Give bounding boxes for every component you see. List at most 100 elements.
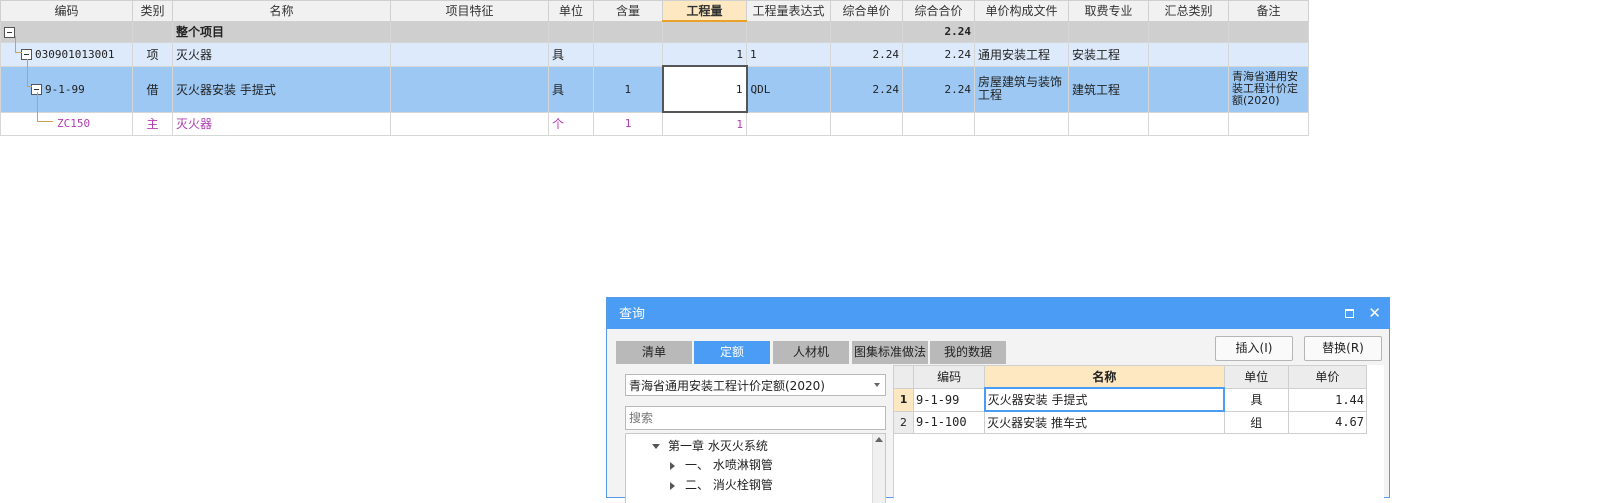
col-header-sum[interactable]: 汇总类别 (1148, 0, 1229, 22)
query-dialog: 查询 ✕ 清单 定额 人材机 图集标准做法 我的数据 插入(I) 替换(R) 青… (606, 297, 1390, 503)
tree-item-chapter1[interactable]: 第一章 水灭火系统 (652, 437, 768, 454)
col-header-unit[interactable]: 单位 (548, 0, 594, 22)
zc-file[interactable] (974, 111, 1069, 136)
row-whole-project[interactable]: 整个项目 2.24 (0, 20, 1309, 43)
results-col-unit[interactable]: 单位 (1223, 365, 1289, 389)
qd-unit-price[interactable]: 2.24 (830, 42, 903, 67)
tab-tuji[interactable]: 图集标准做法 (852, 341, 928, 364)
de-type[interactable]: 借 (132, 65, 173, 113)
qd-expr[interactable]: 1 (746, 42, 831, 67)
de-unit[interactable]: 具 (548, 65, 594, 113)
tree-scrollbar[interactable] (872, 434, 885, 503)
col-header-unit-price[interactable]: 综合单价 (830, 0, 903, 22)
col-header-expr[interactable]: 工程量表达式 (746, 0, 831, 22)
qd-qty[interactable]: 1 (662, 42, 747, 67)
results-col-price[interactable]: 单价 (1287, 365, 1368, 389)
col-header-name[interactable]: 名称 (172, 0, 391, 22)
replace-button[interactable]: 替换(R) (1304, 336, 1382, 361)
tab-dinge[interactable]: 定额 (694, 341, 770, 364)
de-note[interactable]: 青海省通用安装工程计价定额(2020) (1228, 65, 1309, 113)
col-header-note[interactable]: 备注 (1228, 0, 1309, 22)
collapsed-arrow-icon[interactable] (670, 481, 675, 490)
zc-code[interactable]: ZC150 (0, 111, 133, 136)
de-sum[interactable] (1148, 65, 1229, 113)
tree-connector (37, 92, 38, 121)
scroll-up-icon[interactable] (875, 437, 883, 442)
de-file[interactable]: 房屋建筑与装饰工程 (974, 65, 1069, 113)
zc-note[interactable] (1228, 111, 1309, 136)
tree-connector (15, 52, 22, 53)
col-header-feature[interactable]: 项目特征 (390, 0, 549, 22)
zc-unit-price[interactable] (830, 111, 903, 136)
zc-content[interactable]: 1 (593, 111, 663, 136)
qd-type[interactable]: 项 (132, 42, 173, 67)
col-header-content[interactable]: 含量 (593, 0, 663, 22)
result-name[interactable]: 灭火器安装 手提式 (983, 387, 1226, 412)
result-unit[interactable]: 组 (1223, 410, 1289, 434)
result-unit[interactable]: 具 (1223, 387, 1289, 412)
qd-feature[interactable] (390, 42, 549, 67)
de-content[interactable]: 1 (593, 65, 663, 113)
de-fee[interactable]: 建筑工程 (1068, 65, 1149, 113)
zc-total[interactable] (902, 111, 975, 136)
chevron-down-icon[interactable] (874, 383, 880, 387)
tab-my-data[interactable]: 我的数据 (930, 341, 1006, 364)
expand-arrow-icon[interactable] (652, 444, 660, 449)
search-input[interactable] (625, 406, 886, 430)
de-code: 9-1-99 (45, 82, 85, 96)
zc-name[interactable]: 灭火器 (172, 111, 391, 136)
table-row[interactable]: 2 9-1-100 灭火器安装 推车式 组 4.67 (892, 410, 1368, 434)
de-name[interactable]: 灭火器安装 手提式 (172, 65, 391, 113)
zc-fee[interactable] (1068, 111, 1149, 136)
qd-total[interactable]: 2.24 (902, 42, 975, 67)
col-header-total[interactable]: 综合合价 (902, 0, 975, 22)
collapsed-arrow-icon[interactable] (670, 461, 675, 470)
close-icon[interactable]: ✕ (1368, 298, 1381, 329)
col-header-fee[interactable]: 取费专业 (1068, 0, 1149, 22)
col-header-file[interactable]: 单价构成文件 (974, 0, 1069, 22)
results-col-name[interactable]: 名称 (984, 365, 1225, 389)
de-unit-price[interactable]: 2.24 (830, 65, 903, 113)
zc-unit[interactable]: 个 (548, 111, 594, 136)
result-price[interactable]: 1.44 (1287, 387, 1368, 412)
result-name[interactable]: 灭火器安装 推车式 (984, 410, 1225, 434)
row-qd-item[interactable]: 030901013001 项 灭火器 具 1 1 2.24 2.24 通用安装工… (0, 42, 1309, 67)
qd-file[interactable]: 通用安装工程 (974, 42, 1069, 67)
zc-qty[interactable]: 1 (662, 111, 747, 136)
library-select[interactable]: 青海省通用安装工程计价定额(2020) (625, 374, 886, 396)
maximize-icon[interactable] (1345, 309, 1354, 318)
qd-content[interactable] (593, 42, 663, 67)
result-price[interactable]: 4.67 (1287, 410, 1368, 434)
de-feature[interactable] (390, 65, 549, 113)
tab-qingdan[interactable]: 清单 (616, 341, 692, 364)
col-header-qty[interactable]: 工程量 (662, 0, 747, 22)
results-col-code[interactable]: 编码 (913, 365, 986, 389)
col-header-type[interactable]: 类别 (132, 0, 173, 22)
tab-rencaiji[interactable]: 人材机 (773, 341, 849, 364)
de-expr[interactable]: QDL (746, 65, 831, 113)
qd-sum[interactable] (1148, 42, 1229, 67)
de-total[interactable]: 2.24 (902, 65, 975, 113)
tree-item-sprinkler[interactable]: 一、 水喷淋钢管 (670, 456, 773, 473)
qd-name[interactable]: 灭火器 (172, 42, 391, 67)
insert-button[interactable]: 插入(I) (1215, 336, 1293, 361)
zc-feature[interactable] (390, 111, 549, 136)
row-de-item[interactable]: 9-1-99 借 灭火器安装 手提式 具 1 1 QDL 2.24 2.24 房… (0, 65, 1309, 113)
row-zc-item[interactable]: ZC150 主 灭火器 个 1 1 (0, 111, 1309, 136)
qd-unit[interactable]: 具 (548, 42, 594, 67)
table-row[interactable]: 1 9-1-99 灭火器安装 手提式 具 1.44 (892, 387, 1368, 412)
qd-fee[interactable]: 安装工程 (1068, 42, 1149, 67)
tree-connector (27, 86, 32, 87)
minus-box-icon[interactable] (4, 26, 15, 38)
zc-expr[interactable] (746, 111, 831, 136)
col-header-code[interactable]: 编码 (0, 0, 133, 22)
tree-item-hydrant[interactable]: 二、 消火栓钢管 (670, 476, 773, 493)
zc-type[interactable]: 主 (132, 111, 173, 136)
de-qty-editor[interactable]: 1 (661, 65, 748, 113)
dialog-titlebar[interactable]: 查询 ✕ (607, 298, 1389, 329)
qd-note[interactable] (1228, 42, 1309, 67)
result-code[interactable]: 9-1-100 (913, 410, 986, 434)
result-code[interactable]: 9-1-99 (913, 387, 986, 412)
zc-sum[interactable] (1148, 111, 1229, 136)
collapse-toggle[interactable] (0, 20, 133, 43)
